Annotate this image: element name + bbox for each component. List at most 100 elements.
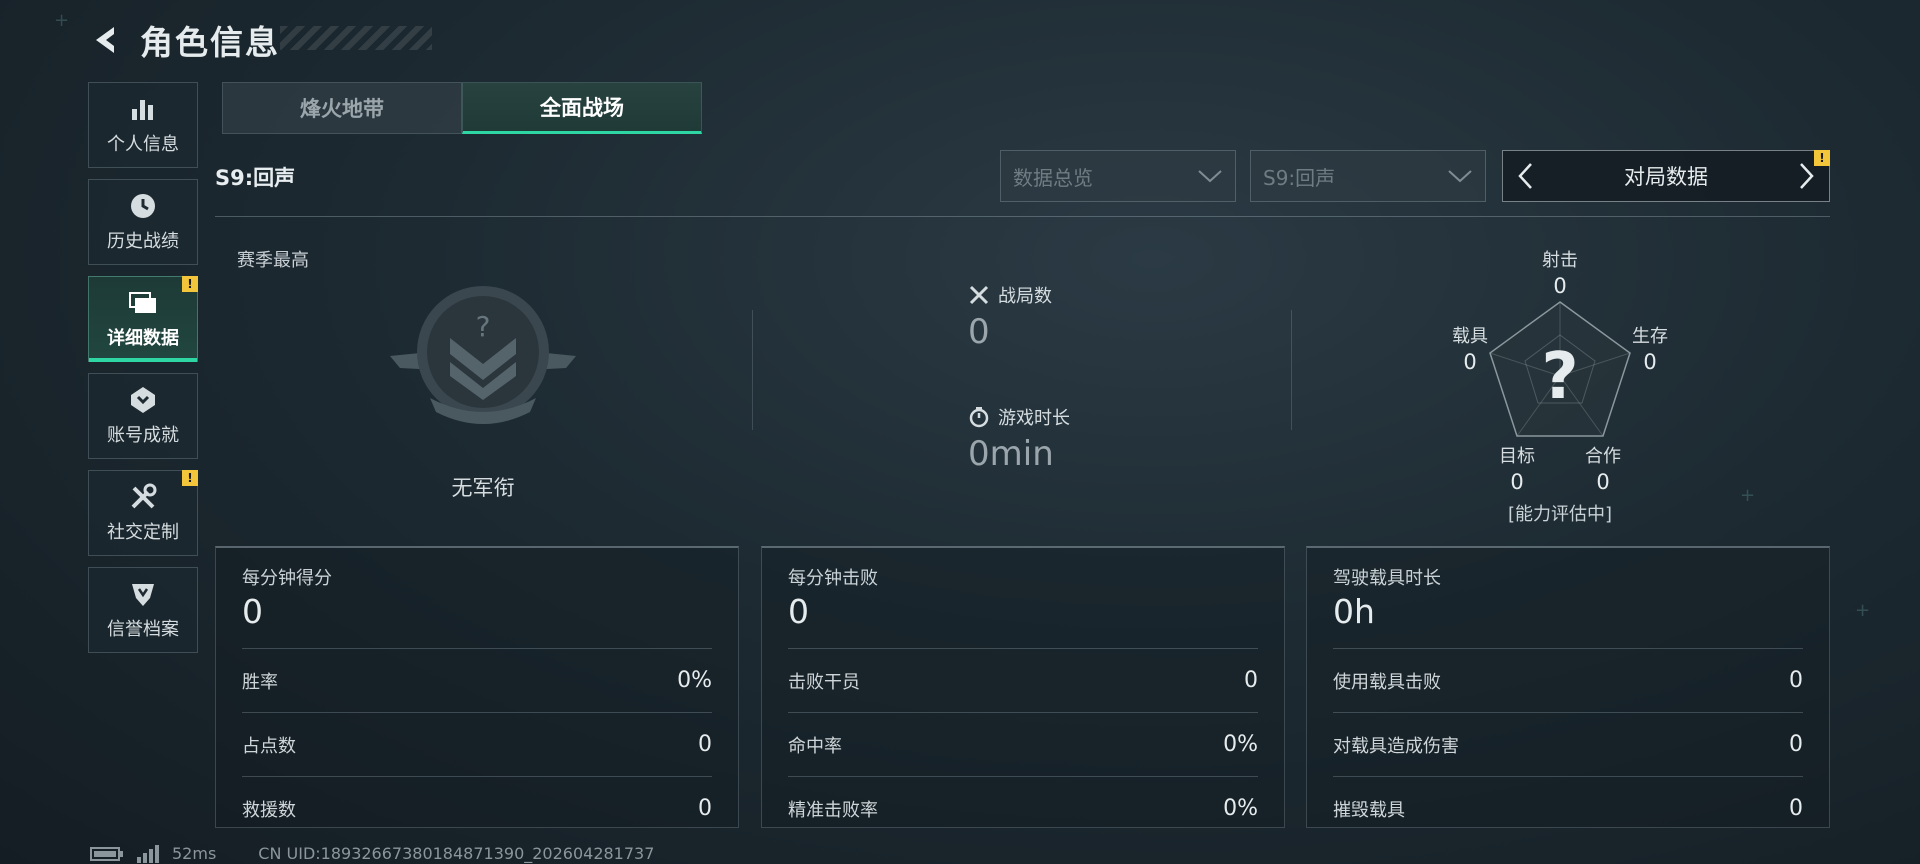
season-label: S9:回声: [215, 166, 296, 190]
emblem-mark: ?: [476, 310, 491, 343]
data-type-switcher: 对局数据 !: [1502, 150, 1830, 202]
uid-text: CN UID:18932667380184871390_202604281737: [258, 844, 655, 863]
matches-stat: 战局数 0: [968, 282, 1052, 352]
row-label: 精准击败率: [788, 799, 878, 821]
dropdown-value: S9:回声: [1263, 165, 1336, 190]
shield-icon: [127, 579, 159, 609]
row-value: 0: [1789, 668, 1803, 693]
playtime-stat: 游戏时长 0min: [968, 404, 1070, 474]
matches-label: 战局数: [998, 286, 1052, 307]
row-value: 0: [698, 796, 712, 821]
rank-emblem-icon: ?: [390, 286, 576, 430]
playtime-value: 0min: [968, 434, 1054, 474]
chevron-left-icon[interactable]: [1511, 156, 1539, 196]
radar-label-shooting: 射击: [1542, 250, 1578, 271]
dropdown-value: 数据总览: [1013, 165, 1093, 190]
chevron-down-icon: [1198, 170, 1222, 183]
row-value: 0%: [1223, 732, 1258, 757]
card-row: 占点数 0: [242, 712, 712, 776]
row-label: 胜率: [242, 671, 278, 693]
row-value: 0: [1789, 796, 1803, 821]
row-label: 救援数: [242, 799, 296, 821]
card-row: 摧毁载具 0: [1333, 776, 1803, 840]
divider: [215, 216, 1830, 217]
row-label: 占点数: [242, 735, 296, 757]
row-label: 命中率: [788, 735, 842, 757]
radar-value-vehicle: 0: [1463, 350, 1477, 374]
divider: [752, 310, 753, 430]
score-card: 每分钟得分 0 胜率 0% 占点数 0 救援数 0: [215, 546, 739, 828]
card-main-value: 0: [242, 592, 263, 631]
row-label: 对载具造成伤害: [1333, 735, 1459, 757]
card-main-value: 0: [788, 592, 809, 631]
sidebar-item-achievements[interactable]: 账号成就: [88, 373, 198, 459]
row-label: 击败干员: [788, 671, 860, 693]
card-row: 对载具造成伤害 0: [1333, 712, 1803, 776]
radar-value-survival: 0: [1643, 350, 1657, 374]
tab-warzone[interactable]: 烽火地带: [222, 82, 462, 134]
sidebar-item-label: 历史战绩: [107, 231, 179, 252]
bg-plus-mark: +: [54, 10, 70, 31]
page-header: 角色信息: [88, 18, 280, 62]
divider: [1291, 310, 1292, 430]
row-label: 使用载具击败: [1333, 671, 1441, 693]
radar-center-mark: ?: [1541, 340, 1578, 414]
signal-icon: [137, 844, 159, 863]
sidebar-item-label: 账号成就: [107, 425, 179, 446]
card-main-value: 0h: [1333, 592, 1375, 631]
bg-plus-mark: +: [1855, 600, 1871, 621]
sidebar-item-personal-info[interactable]: 个人信息: [88, 82, 198, 168]
data-overview-dropdown[interactable]: 数据总览: [1000, 150, 1236, 202]
card-title: 驾驶载具时长: [1333, 568, 1441, 589]
vehicle-card: 驾驶载具时长 0h 使用载具击败 0 对载具造成伤害 0 摧毁载具 0: [1306, 546, 1830, 828]
sidebar: 个人信息 历史战绩 ! 详细数据 账号成就 ! 社交定制 信誉档案: [88, 82, 198, 664]
mode-tabs: 烽火地带 全面战场: [222, 82, 702, 134]
folder-icon: [127, 288, 159, 318]
bar-chart-icon: [127, 94, 159, 124]
alert-badge: !: [1814, 150, 1830, 166]
season-dropdown[interactable]: S9:回声: [1250, 150, 1486, 202]
stopwatch-icon: [969, 407, 989, 428]
playtime-label: 游戏时长: [998, 408, 1070, 429]
sidebar-item-label: 个人信息: [107, 134, 179, 155]
ping-value: 52ms: [172, 844, 217, 863]
card-title: 每分钟击败: [788, 568, 878, 589]
status-footer: 52ms CN UID:18932667380184871390_2026042…: [90, 844, 654, 863]
sidebar-item-detailed-data[interactable]: ! 详细数据: [88, 276, 198, 362]
bg-plus-mark: +: [1740, 485, 1756, 506]
history-clock-icon: [127, 191, 159, 221]
row-value: 0: [698, 732, 712, 757]
kills-card: 每分钟击败 0 击败干员 0 命中率 0% 精准击败率 0%: [761, 546, 1285, 828]
radar-label-survival: 生存: [1632, 326, 1668, 347]
battery-icon: [90, 846, 123, 861]
tools-icon: [127, 482, 159, 512]
row-value: 0: [1244, 668, 1258, 693]
tab-all-out-war[interactable]: 全面战场: [462, 82, 702, 134]
page-title: 角色信息: [140, 23, 280, 62]
radar-value-teamwork: 0: [1596, 470, 1610, 494]
rank-caption: 赛季最高: [237, 250, 309, 271]
card-row: 击败干员 0: [788, 648, 1258, 712]
sidebar-item-reputation[interactable]: 信誉档案: [88, 567, 198, 653]
radar-label-vehicle: 载具: [1452, 326, 1488, 347]
crossed-swords-icon: [969, 285, 989, 305]
card-row: 命中率 0%: [788, 712, 1258, 776]
medal-icon: [127, 385, 159, 415]
row-value: 0: [1789, 732, 1803, 757]
sidebar-item-history[interactable]: 历史战绩: [88, 179, 198, 265]
sidebar-item-social[interactable]: ! 社交定制: [88, 470, 198, 556]
back-arrow-icon[interactable]: [88, 23, 122, 57]
alert-badge: !: [182, 470, 198, 486]
alert-badge: !: [182, 276, 198, 292]
switcher-label: 对局数据: [1624, 165, 1708, 189]
radar-value-objective: 0: [1510, 470, 1524, 494]
card-row: 精准击败率 0%: [788, 776, 1258, 840]
radar-label-teamwork: 合作: [1585, 446, 1621, 467]
sidebar-item-label: 社交定制: [107, 522, 179, 543]
card-row: 胜率 0%: [242, 648, 712, 712]
row-value: 0%: [677, 668, 712, 693]
card-title: 每分钟得分: [242, 568, 332, 589]
card-row: 救援数 0: [242, 776, 712, 840]
radar-status: [能力评估中]: [1507, 504, 1613, 525]
radar-value-shooting: 0: [1553, 274, 1567, 298]
